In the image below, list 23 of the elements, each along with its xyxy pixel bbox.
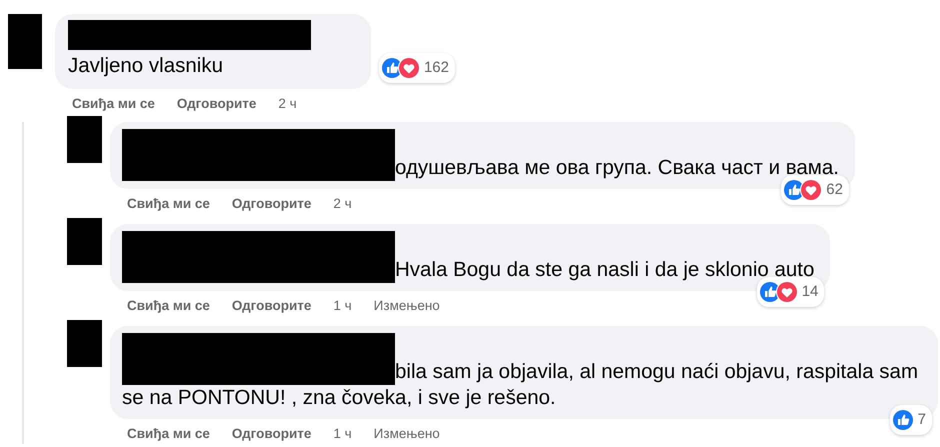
redaction-block (67, 218, 102, 265)
reaction-count[interactable]: 7 (890, 405, 932, 435)
like-link[interactable]: Свиђа ми се (72, 94, 155, 114)
like-link[interactable]: Свиђа ми се (127, 424, 210, 444)
reaction-count[interactable]: 14 (756, 277, 824, 307)
redaction-block (8, 14, 42, 69)
reply-link[interactable]: Одговорите (232, 296, 312, 316)
redaction-block (67, 320, 102, 367)
reply-link[interactable]: Одговорите (176, 94, 256, 114)
reaction-count[interactable]: 162 (378, 53, 455, 83)
timestamp[interactable]: 2 ч (278, 94, 297, 114)
timestamp[interactable]: 1 ч (333, 424, 352, 444)
timestamp[interactable]: 1 ч (333, 296, 352, 316)
comment-text: Javljeno vlasniku (68, 53, 223, 79)
reply-link[interactable]: Одговорите (232, 194, 312, 214)
reply-link[interactable]: Одговорите (232, 424, 312, 444)
edited-label: Измењено (374, 425, 440, 443)
like-link[interactable]: Свиђа ми се (127, 194, 210, 214)
reaction-count[interactable]: 62 (781, 175, 849, 205)
redaction-block (67, 116, 102, 163)
edited-label: Измењено (374, 297, 440, 315)
timestamp[interactable]: 2 ч (333, 194, 352, 214)
like-link[interactable]: Свиђа ми се (127, 296, 210, 316)
